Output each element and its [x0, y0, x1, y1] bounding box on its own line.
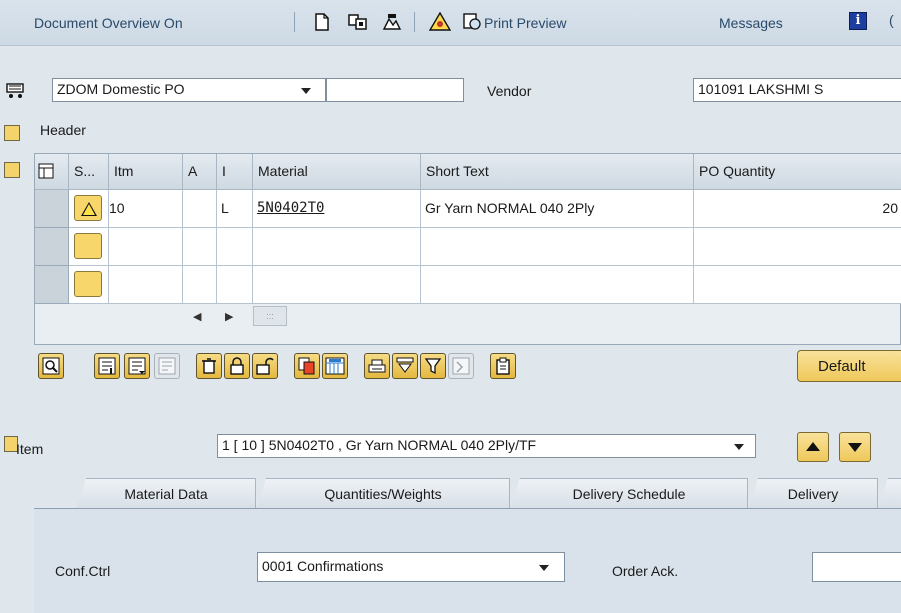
po-quantity-cell[interactable] [694, 266, 901, 304]
po-number-input[interactable] [326, 78, 464, 102]
chevron-down-icon[interactable] [539, 565, 549, 571]
messages-button[interactable]: Messages [719, 15, 783, 31]
arrow-down-icon [848, 443, 862, 452]
item-category-cell[interactable]: L [217, 190, 253, 228]
copy-row-button[interactable] [154, 353, 180, 379]
conf-ctrl-value: 0001 Confirmations [262, 558, 384, 574]
account-assignment-cell[interactable] [183, 228, 217, 266]
delete-button[interactable] [196, 353, 222, 379]
details-button[interactable] [38, 353, 64, 379]
status-button[interactable] [74, 271, 102, 297]
short-text-cell[interactable] [421, 228, 694, 266]
print-preview-button[interactable]: Print Preview [484, 15, 566, 31]
vendor-input[interactable]: 101091 LAKSHMI S [693, 78, 901, 102]
scroll-right-icon[interactable]: ▶ [225, 310, 233, 323]
sum-button[interactable] [448, 353, 474, 379]
layout-button[interactable] [322, 353, 348, 379]
material-cell[interactable] [253, 228, 421, 266]
col-header-po-quantity[interactable]: PO Quantity [694, 154, 901, 190]
order-ack-label: Order Ack. [612, 563, 679, 579]
scroll-left-icon[interactable]: ◀ [193, 310, 201, 323]
col-header-item-category[interactable]: I [217, 154, 253, 190]
po-quantity-cell[interactable] [694, 228, 901, 266]
item-number-cell[interactable] [109, 228, 183, 266]
next-item-button[interactable] [839, 432, 871, 462]
insert-row-button[interactable] [124, 353, 150, 379]
material-link[interactable]: 5N0402T0 [253, 190, 421, 228]
application-toolbar: Document Overview On Print Preview Messa… [0, 0, 901, 46]
col-header-material[interactable]: Material [253, 154, 421, 190]
items-collapse-icon[interactable] [4, 162, 20, 178]
tab-delivery-schedule[interactable]: Delivery Schedule [510, 478, 748, 510]
short-text-cell[interactable]: Gr Yarn NORMAL 040 2Ply [421, 190, 694, 228]
print-preview-icon[interactable] [460, 11, 484, 33]
status-cell [69, 266, 109, 304]
toolbar-separator [294, 12, 295, 32]
tab-quantities-weights[interactable]: Quantities/Weights [256, 478, 510, 510]
chevron-down-icon[interactable] [301, 88, 311, 94]
add-row-button[interactable] [94, 353, 120, 379]
row-selector[interactable] [35, 266, 69, 304]
conf-ctrl-label: Conf.Ctrl [55, 563, 111, 579]
account-assignment-cell[interactable] [183, 190, 217, 228]
warning-status-button[interactable] [74, 195, 102, 221]
item-overview-table: S... Itm A I Material Short Text PO Quan… [34, 153, 901, 345]
status-button[interactable] [74, 233, 102, 259]
default-values-button[interactable]: Default [797, 350, 901, 382]
conf-ctrl-dropdown[interactable]: 0001 Confirmations [257, 552, 565, 582]
row-selector[interactable] [35, 228, 69, 266]
item-number-cell[interactable] [109, 266, 183, 304]
document-overview-button[interactable]: Document Overview On [34, 15, 183, 31]
col-header-status[interactable]: S... [69, 154, 109, 190]
sort-button[interactable] [392, 353, 418, 379]
item-label: Item [16, 441, 44, 457]
vendor-label: Vendor [487, 83, 532, 99]
order-type-value: ZDOM Domestic PO [57, 81, 185, 97]
item-select-value: 1 [ 10 ] 5N0402T0 , Gr Yarn NORMAL 040 2… [222, 437, 537, 453]
overflow-icon[interactable]: ( [889, 12, 901, 30]
col-header-item[interactable]: Itm [109, 154, 183, 190]
toolbar-separator [414, 12, 415, 32]
order-ack-input[interactable] [812, 552, 901, 582]
short-text-cell[interactable] [421, 266, 694, 304]
copy-item-button[interactable] [294, 353, 320, 379]
arrow-up-icon [806, 442, 820, 451]
account-assignment-cell[interactable] [183, 266, 217, 304]
hierarchy-icon[interactable] [380, 11, 404, 33]
order-type-dropdown[interactable]: ZDOM Domestic PO [52, 78, 326, 102]
status-cell [69, 228, 109, 266]
po-quantity-cell[interactable]: 20 [694, 190, 901, 228]
item-category-cell[interactable] [217, 228, 253, 266]
item-select-dropdown[interactable]: 1 [ 10 ] 5N0402T0 , Gr Yarn NORMAL 040 2… [217, 434, 756, 458]
item-number-cell[interactable]: 10 [109, 190, 183, 228]
status-cell [69, 190, 109, 228]
scrollbar-thumb[interactable]: ::: [253, 306, 287, 326]
filter-button[interactable] [420, 353, 446, 379]
tab-overflow[interactable] [878, 478, 901, 510]
info-icon[interactable]: i [849, 12, 867, 30]
table-settings-icon[interactable] [35, 154, 69, 190]
warning-icon [81, 202, 97, 216]
item-category-cell[interactable] [217, 266, 253, 304]
unlock-button[interactable] [252, 353, 278, 379]
shopping-cart-icon[interactable] [4, 80, 26, 100]
print-button[interactable] [364, 353, 390, 379]
lock-button[interactable] [224, 353, 250, 379]
copy-icon[interactable] [346, 11, 370, 33]
header-expand-icon[interactable] [4, 125, 20, 141]
row-selector[interactable] [35, 190, 69, 228]
check-icon[interactable] [428, 11, 452, 33]
tab-material-data[interactable]: Material Data [76, 478, 256, 510]
clipboard-button[interactable] [490, 353, 516, 379]
material-cell[interactable] [253, 266, 421, 304]
header-section-label: Header [40, 122, 86, 138]
previous-item-button[interactable] [797, 432, 829, 462]
col-header-account-assignment[interactable]: A [183, 154, 217, 190]
tab-delivery[interactable]: Delivery [748, 478, 878, 510]
new-document-icon[interactable] [310, 11, 334, 33]
chevron-down-icon[interactable] [734, 444, 744, 450]
col-header-short-text[interactable]: Short Text [421, 154, 694, 190]
